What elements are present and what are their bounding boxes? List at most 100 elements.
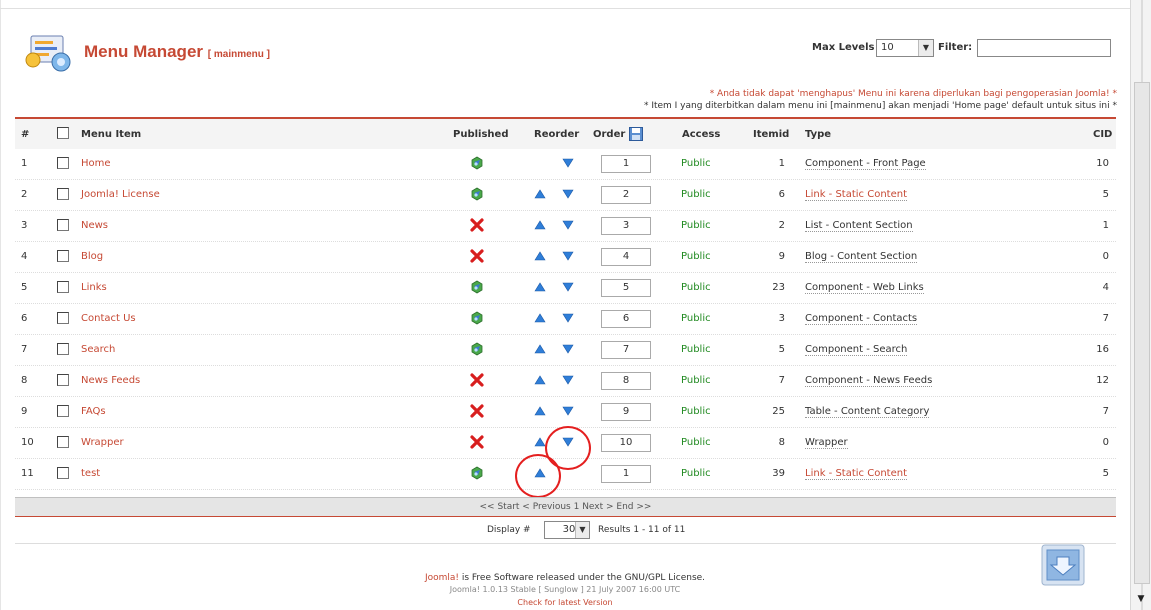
col-menu-item[interactable]: Menu Item <box>81 129 141 140</box>
row-checkbox[interactable] <box>57 157 69 169</box>
access-level[interactable]: Public <box>681 375 711 386</box>
published-check-icon[interactable] <box>470 311 484 325</box>
save-order-icon[interactable] <box>629 127 643 141</box>
col-type[interactable]: Type <box>805 129 831 140</box>
select-all-checkbox[interactable] <box>57 127 69 139</box>
access-level[interactable]: Public <box>681 344 711 355</box>
row-checkbox[interactable] <box>57 436 69 448</box>
row-checkbox[interactable] <box>57 343 69 355</box>
move-up-icon[interactable] <box>534 251 546 261</box>
row-checkbox[interactable] <box>57 250 69 262</box>
move-down-icon[interactable] <box>562 282 574 292</box>
item-id: 2 <box>778 220 785 231</box>
menu-item-link[interactable]: Blog <box>81 251 103 262</box>
row-number: 10 <box>21 437 34 448</box>
row-checkbox[interactable] <box>57 219 69 231</box>
filter-input[interactable] <box>977 39 1111 57</box>
menu-item-link[interactable]: FAQs <box>81 406 106 417</box>
menu-item-link[interactable]: test <box>81 468 100 479</box>
access-level[interactable]: Public <box>681 189 711 200</box>
row-checkbox[interactable] <box>57 405 69 417</box>
menu-item-link[interactable]: Joomla! License <box>81 189 160 200</box>
menu-item-link[interactable]: Links <box>81 282 107 293</box>
display-count-select[interactable]: 30 ▼ <box>544 521 590 539</box>
move-down-icon[interactable] <box>562 251 574 261</box>
access-level[interactable]: Public <box>681 468 711 479</box>
move-up-icon[interactable] <box>534 220 546 230</box>
order-input[interactable]: 7 <box>601 341 651 359</box>
menu-item-link[interactable]: Home <box>81 158 111 169</box>
access-level[interactable]: Public <box>681 251 711 262</box>
col-cid[interactable]: CID <box>1093 129 1112 140</box>
menu-item-link[interactable]: Contact Us <box>81 313 136 324</box>
move-up-icon[interactable] <box>534 282 546 292</box>
move-up-icon[interactable] <box>534 313 546 323</box>
vertical-scrollbar[interactable]: ▼ <box>1130 0 1151 610</box>
access-level[interactable]: Public <box>681 406 711 417</box>
move-down-icon[interactable] <box>562 220 574 230</box>
order-input[interactable]: 6 <box>601 310 651 328</box>
scroll-down-icon[interactable]: ▼ <box>1134 592 1148 606</box>
published-check-icon[interactable] <box>470 342 484 356</box>
menu-item-link[interactable]: Wrapper <box>81 437 124 448</box>
access-level[interactable]: Public <box>681 158 711 169</box>
move-down-icon[interactable] <box>562 158 574 168</box>
unpublished-x-icon[interactable] <box>470 218 484 232</box>
row-checkbox[interactable] <box>57 281 69 293</box>
item-cid: 5 <box>1102 468 1109 479</box>
unpublished-x-icon[interactable] <box>470 249 484 263</box>
joomla-link[interactable]: Joomla! <box>425 573 459 583</box>
move-down-icon[interactable] <box>562 313 574 323</box>
published-check-icon[interactable] <box>470 187 484 201</box>
order-input[interactable]: 3 <box>601 217 651 235</box>
col-published[interactable]: Published <box>453 129 508 140</box>
chevron-down-icon[interactable]: ▼ <box>918 40 933 56</box>
move-down-icon[interactable] <box>562 406 574 416</box>
access-level[interactable]: Public <box>681 313 711 324</box>
access-level[interactable]: Public <box>681 220 711 231</box>
unpublished-x-icon[interactable] <box>470 404 484 418</box>
order-input[interactable]: 4 <box>601 248 651 266</box>
published-check-icon[interactable] <box>470 466 484 480</box>
access-level[interactable]: Public <box>681 437 711 448</box>
access-level[interactable]: Public <box>681 282 711 293</box>
chevron-down-icon[interactable]: ▼ <box>575 522 589 538</box>
order-input[interactable]: 8 <box>601 372 651 390</box>
item-type[interactable]: Link - Static Content <box>805 468 907 480</box>
max-levels-select[interactable]: 10 ▼ <box>876 39 934 57</box>
order-input[interactable]: 10 <box>601 434 651 452</box>
row-checkbox[interactable] <box>57 188 69 200</box>
item-type[interactable]: Link - Static Content <box>805 189 907 201</box>
order-input[interactable]: 1 <box>601 155 651 173</box>
published-check-icon[interactable] <box>470 156 484 170</box>
order-input[interactable]: 5 <box>601 279 651 297</box>
row-checkbox[interactable] <box>57 374 69 386</box>
move-down-icon[interactable] <box>562 375 574 385</box>
move-up-icon[interactable] <box>534 406 546 416</box>
order-input[interactable]: 9 <box>601 403 651 421</box>
unpublished-x-icon[interactable] <box>470 435 484 449</box>
check-latest-version-link[interactable]: Check for latest Version <box>0 598 1130 607</box>
order-input[interactable]: 1 <box>601 465 651 483</box>
menu-item-link[interactable]: Search <box>81 344 115 355</box>
published-check-icon[interactable] <box>470 280 484 294</box>
menu-item-link[interactable]: News <box>81 220 108 231</box>
menu-item-link[interactable]: News Feeds <box>81 375 140 386</box>
pagination-links[interactable]: << Start < Previous 1 Next > End >> <box>480 502 652 512</box>
move-down-icon[interactable] <box>562 189 574 199</box>
row-number: 7 <box>21 344 28 355</box>
col-access[interactable]: Access <box>682 129 720 140</box>
move-up-icon[interactable] <box>534 375 546 385</box>
scroll-thumb[interactable] <box>1134 82 1150 584</box>
col-order[interactable]: Order <box>593 129 625 140</box>
move-up-icon[interactable] <box>534 189 546 199</box>
row-checkbox[interactable] <box>57 467 69 479</box>
order-input[interactable]: 2 <box>601 186 651 204</box>
unpublished-x-icon[interactable] <box>470 373 484 387</box>
row-checkbox[interactable] <box>57 312 69 324</box>
col-itemid[interactable]: Itemid <box>753 129 789 140</box>
item-type: Wrapper <box>805 437 848 449</box>
move-up-icon[interactable] <box>534 344 546 354</box>
move-down-icon[interactable] <box>562 344 574 354</box>
col-number: # <box>21 129 30 140</box>
